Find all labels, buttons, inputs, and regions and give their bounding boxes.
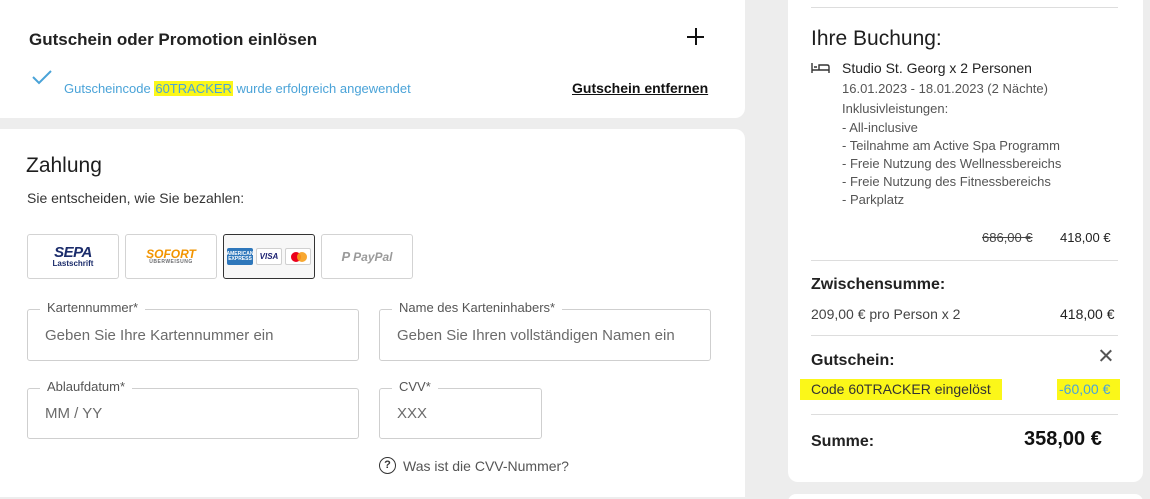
card-logos: AMERICAN EXPRESS VISA [227, 248, 311, 265]
sofort-logo: SOFORT ÜBERWEISUNG [146, 248, 196, 265]
room-name: Studio St. Georg x 2 Personen [842, 60, 1032, 76]
discounted-price: 418,00 € [1060, 230, 1111, 245]
cvv-help-text: Was ist die CVV-Nummer? [403, 457, 569, 474]
applied-prefix: Gutscheincode [64, 81, 155, 96]
voucher-applied-message: Gutscheincode 60TRACKER wurde erfolgreic… [64, 81, 411, 96]
card-holder-field: Name des Karteninhabers* [379, 300, 711, 361]
subtotal-amount: 418,00 € [1060, 306, 1115, 322]
payment-title: Zahlung [26, 154, 102, 177]
voucher-summary-label: Gutschein: [811, 352, 895, 369]
summary-title: Ihre Buchung: [811, 27, 942, 50]
voucher-discount-amount: -60,00 € [1057, 379, 1121, 400]
paypal-icon: P [341, 249, 351, 264]
cvv-field: CVV* [379, 379, 542, 439]
payment-method-sepa[interactable]: SEPA Lastschrift [27, 234, 119, 279]
remove-voucher-link[interactable]: Gutschein entfernen [572, 80, 708, 96]
plus-icon[interactable] [685, 26, 707, 48]
expiry-field: Ablaufdatum* [27, 379, 359, 439]
payment-method-sofort[interactable]: SOFORT ÜBERWEISUNG [125, 234, 217, 279]
total-label: Summe: [811, 433, 875, 450]
summary-divider [811, 260, 1118, 261]
payment-subtitle: Sie entscheiden, wie Sie bezahlen: [27, 190, 245, 206]
question-icon: ? [379, 457, 396, 474]
card-holder-input[interactable] [380, 310, 710, 360]
paypal-logo: P PayPal [341, 249, 392, 264]
summary-divider [811, 335, 1118, 336]
subtotal-label: Zwischensumme: [811, 276, 946, 293]
inclusion-item: - All-inclusive [842, 120, 918, 135]
original-price: 686,00 € [982, 230, 1033, 245]
summary-top-divider [811, 7, 1118, 8]
payment-method-paypal[interactable]: P PayPal [321, 234, 413, 279]
payment-method-credit-card[interactable]: AMERICAN EXPRESS VISA [223, 234, 315, 279]
close-icon[interactable] [1099, 349, 1112, 362]
voucher-card [0, 0, 745, 118]
cvv-input[interactable] [380, 389, 541, 438]
inclusion-item: - Parkplatz [842, 192, 905, 207]
summary-divider [811, 414, 1118, 415]
bed-icon [811, 63, 830, 73]
voucher-title: Gutschein oder Promotion einlösen [29, 30, 318, 49]
inclusions-label: Inklusivleistungen: [842, 101, 949, 116]
sepa-logo-text: SEPA [54, 244, 92, 261]
applied-suffix: wurde erfolgreich angewendet [232, 81, 411, 96]
sofort-logo-subtext: ÜBERWEISUNG [149, 259, 193, 265]
sepa-logo: SEPA Lastschrift [53, 245, 94, 268]
stay-dates: 16.01.2023 - 18.01.2023 (2 Nächte) [842, 81, 1048, 96]
visa-logo: VISA [256, 248, 282, 265]
inclusion-item: - Freie Nutzung des Wellnessbereichs [842, 156, 1062, 171]
cvv-label: CVV* [392, 379, 438, 394]
inclusions-list: - All-inclusive - Teilnahme am Active Sp… [842, 119, 1061, 209]
inclusion-item: - Teilnahme am Active Spa Programm [842, 138, 1060, 153]
applied-code-highlight: 60TRACKER [154, 81, 233, 96]
cvv-help-link[interactable]: ? Was ist die CVV-Nummer? [379, 457, 569, 474]
card-holder-label: Name des Karteninhabers* [392, 300, 563, 315]
card-number-field: Kartennummer* [27, 300, 359, 361]
paypal-logo-text: PayPal [353, 249, 393, 264]
check-icon [32, 70, 52, 85]
subtotal-detail: 209,00 € pro Person x 2 [811, 306, 961, 322]
total-amount: 358,00 € [1024, 428, 1102, 450]
inclusion-item: - Freie Nutzung des Fitnessbereichs [842, 174, 1051, 189]
next-card-edge [788, 494, 1143, 499]
expiry-label: Ablaufdatum* [40, 379, 133, 394]
card-number-label: Kartennummer* [40, 300, 146, 315]
expiry-input[interactable] [28, 389, 358, 438]
voucher-code-redeemed: Code 60TRACKER eingelöst [800, 379, 1002, 400]
mastercard-logo [285, 248, 311, 265]
card-number-input[interactable] [28, 310, 358, 360]
amex-logo: AMERICAN EXPRESS [227, 248, 253, 265]
sepa-logo-subtext: Lastschrift [52, 259, 94, 268]
